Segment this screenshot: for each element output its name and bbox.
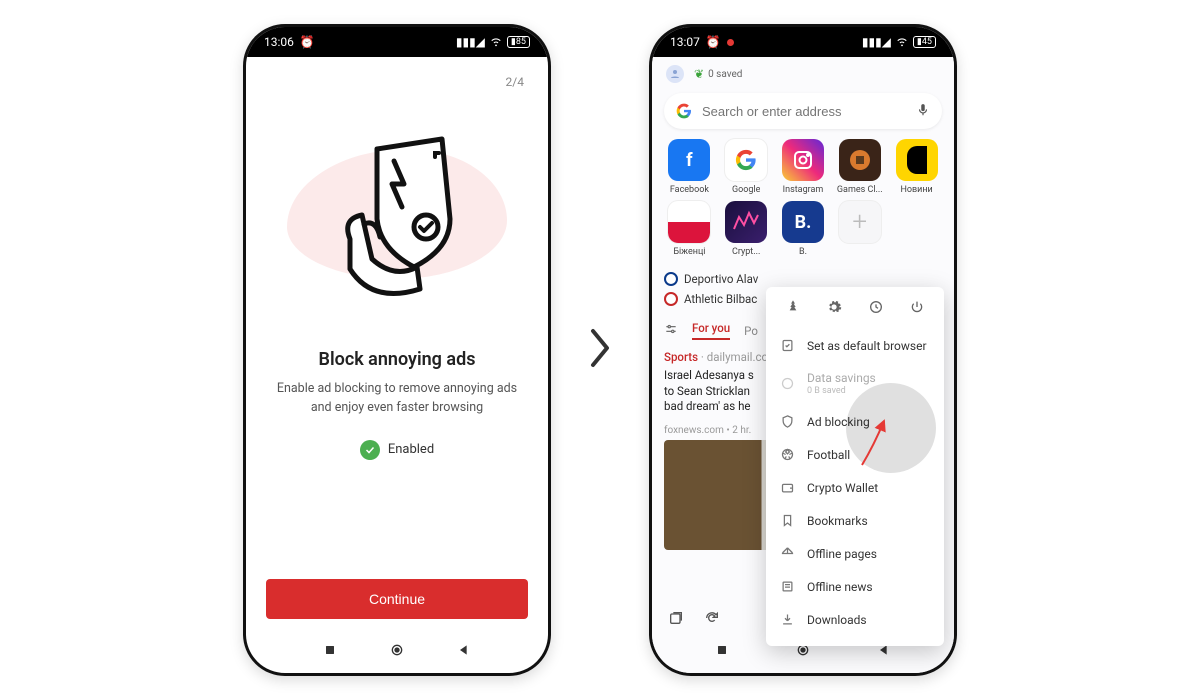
speed-dial-item[interactable]: Google: [721, 139, 772, 195]
speed-dial-item[interactable]: Instagram: [778, 139, 829, 195]
tutorial-stage: 13:06 ⏰ ▮▮▮◢ ▮85 2/4: [0, 0, 1200, 700]
signal-icon: ▮▮▮◢: [456, 35, 485, 49]
power-icon[interactable]: [909, 299, 925, 319]
speed-dial-item[interactable]: f Facebook: [664, 139, 715, 195]
google-logo-icon: [676, 103, 692, 119]
battery-icon: ▮45: [913, 36, 936, 48]
alarm-icon: ⏰: [706, 35, 721, 49]
gear-icon[interactable]: [826, 299, 842, 319]
mic-icon[interactable]: [916, 102, 930, 121]
nav-recent-icon[interactable]: [714, 642, 730, 662]
menu-offline-news[interactable]: Offline news: [766, 570, 944, 603]
speed-dial-item[interactable]: Games Cl...: [834, 139, 885, 195]
team-logo-icon: [664, 272, 678, 286]
enabled-status: Enabled: [266, 440, 528, 460]
enabled-label: Enabled: [388, 442, 434, 457]
record-dot-icon: [727, 39, 734, 46]
speed-dial-item[interactable]: B. B.: [778, 201, 829, 257]
app-icon: [896, 139, 938, 181]
app-icon: f: [668, 139, 710, 181]
app-label: B.: [799, 247, 807, 257]
app-label: Google: [732, 185, 760, 195]
leaf-icon: ❦: [694, 67, 704, 81]
menu-bookmarks[interactable]: Bookmarks: [766, 504, 944, 537]
camera-notch: [797, 41, 809, 53]
team-logo-icon: [664, 292, 678, 306]
app-icon: B.: [782, 201, 824, 243]
app-label: Crypt...: [732, 247, 760, 257]
search-bar[interactable]: [664, 93, 942, 129]
status-time: 13:06: [264, 35, 294, 49]
onboarding-illustration: [266, 109, 528, 319]
speed-dial-item[interactable]: +: [834, 201, 885, 257]
app-icon: [725, 201, 767, 243]
app-label: Facebook: [670, 185, 709, 195]
nav-back-icon[interactable]: [456, 642, 472, 662]
speed-dial-item[interactable]: Новини: [891, 139, 942, 195]
onboarding-subtitle: Enable ad blocking to remove annoying ad…: [266, 380, 528, 418]
nav-recent-icon[interactable]: [322, 642, 338, 662]
speed-dial-item[interactable]: Біженці: [664, 201, 715, 257]
status-time: 13:07: [670, 35, 700, 49]
phone-browser: 13:07 ⏰ ▮▮▮◢ ▮45 ❦ 0 saved: [649, 24, 957, 676]
app-label: Біженці: [673, 247, 705, 257]
menu-set-default[interactable]: Set as default browser: [766, 329, 944, 362]
app-icon: [668, 201, 710, 243]
annotation-arrow-icon: [854, 415, 894, 469]
android-navbar: [266, 637, 528, 673]
feed-filter-icon[interactable]: [664, 322, 678, 339]
feed-tab-other[interactable]: Po: [744, 324, 758, 338]
battery-icon: ▮85: [507, 36, 530, 48]
wifi-icon: [489, 34, 503, 51]
menu-offline-pages[interactable]: Offline pages: [766, 537, 944, 570]
app-label: Новини: [900, 185, 932, 195]
menu-crypto-wallet[interactable]: Crypto Wallet: [766, 471, 944, 504]
phone-onboarding: 13:06 ⏰ ▮▮▮◢ ▮85 2/4: [243, 24, 551, 676]
speed-dial-item[interactable]: Crypt...: [721, 201, 772, 257]
vpn-icon[interactable]: [785, 299, 801, 319]
tabs-icon[interactable]: [668, 610, 684, 630]
sports-row[interactable]: Deportivo Alav: [664, 269, 942, 289]
app-label: Instagram: [783, 185, 824, 195]
continue-button[interactable]: Continue: [266, 579, 528, 619]
history-icon[interactable]: [868, 299, 884, 319]
search-input[interactable]: [702, 104, 930, 119]
page-indicator: 2/4: [266, 75, 524, 89]
profile-avatar[interactable]: [666, 65, 684, 83]
reload-icon[interactable]: [704, 610, 720, 630]
signal-icon: ▮▮▮◢: [862, 35, 891, 49]
wifi-icon: [895, 34, 909, 51]
app-icon: +: [839, 201, 881, 243]
nav-home-icon[interactable]: [389, 642, 405, 662]
data-saved-indicator[interactable]: ❦ 0 saved: [694, 67, 742, 81]
camera-notch: [391, 41, 403, 53]
app-label: Games Cl...: [837, 185, 883, 195]
feed-tab-foryou[interactable]: For you: [692, 321, 730, 340]
onboarding-title: Block annoying ads: [266, 349, 528, 370]
step-arrow-icon: [585, 325, 615, 375]
shield-hand-illustration: [322, 129, 472, 299]
speed-dial-grid: f Facebook Google Instagram Games Cl... Новин…: [652, 139, 954, 257]
alarm-icon: ⏰: [300, 35, 315, 49]
app-icon: [839, 139, 881, 181]
app-icon: [725, 139, 767, 181]
menu-downloads[interactable]: Downloads: [766, 603, 944, 636]
check-icon: [360, 440, 380, 460]
app-icon: [782, 139, 824, 181]
